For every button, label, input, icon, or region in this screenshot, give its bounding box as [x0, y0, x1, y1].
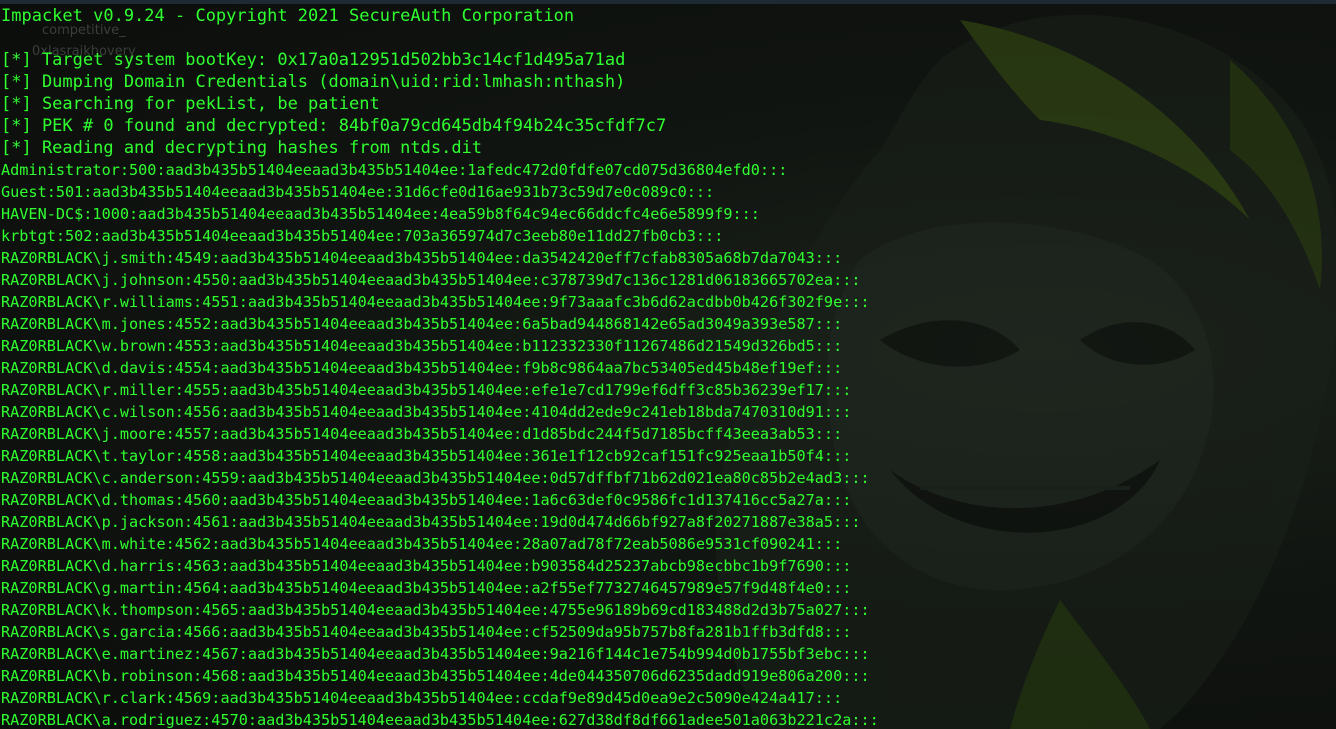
hash-line: RAZ0RBLACK\a.rodriguez:4570:aad3b435b514… [1, 711, 879, 729]
hash-line: RAZ0RBLACK\k.thompson:4565:aad3b435b5140… [1, 601, 870, 619]
terminal-output[interactable]: Impacket v0.9.24 - Copyright 2021 Secure… [1, 5, 1331, 729]
hash-line: RAZ0RBLACK\s.garcia:4566:aad3b435b51404e… [1, 623, 852, 641]
status-line: [*] Dumping Domain Credentials (domain\u… [1, 72, 626, 92]
impacket-banner: Impacket v0.9.24 - Copyright 2021 Secure… [1, 6, 575, 26]
hash-line: Administrator:500:aad3b435b51404eeaad3b4… [1, 161, 788, 179]
hash-line: RAZ0RBLACK\d.thomas:4560:aad3b435b51404e… [1, 491, 852, 509]
hash-line: RAZ0RBLACK\j.johnson:4550:aad3b435b51404… [1, 271, 861, 289]
status-line: [*] Target system bootKey: 0x17a0a12951d… [1, 50, 626, 70]
hash-line: RAZ0RBLACK\b.robinson:4568:aad3b435b5140… [1, 667, 870, 685]
hash-line: RAZ0RBLACK\r.miller:4555:aad3b435b51404e… [1, 381, 852, 399]
hash-line: RAZ0RBLACK\d.harris:4563:aad3b435b51404e… [1, 557, 852, 575]
hash-line: RAZ0RBLACK\m.white:4562:aad3b435b51404ee… [1, 535, 843, 553]
terminal-window[interactable]: competitive_ 0xlasraikhovery Impacket v0… [0, 0, 1336, 729]
hash-line: RAZ0RBLACK\p.jackson:4561:aad3b435b51404… [1, 513, 861, 531]
hash-line: RAZ0RBLACK\r.clark:4569:aad3b435b51404ee… [1, 689, 843, 707]
hash-line: RAZ0RBLACK\t.taylor:4558:aad3b435b51404e… [1, 447, 852, 465]
hash-line: RAZ0RBLACK\r.williams:4551:aad3b435b5140… [1, 293, 870, 311]
hash-line: Guest:501:aad3b435b51404eeaad3b435b51404… [1, 183, 715, 201]
hash-line: RAZ0RBLACK\g.martin:4564:aad3b435b51404e… [1, 579, 852, 597]
hash-line: RAZ0RBLACK\j.moore:4557:aad3b435b51404ee… [1, 425, 843, 443]
hash-line: RAZ0RBLACK\c.anderson:4559:aad3b435b5140… [1, 469, 870, 487]
hash-line: krbtgt:502:aad3b435b51404eeaad3b435b5140… [1, 227, 724, 245]
hash-line: RAZ0RBLACK\m.jones:4552:aad3b435b51404ee… [1, 315, 843, 333]
status-line: [*] Reading and decrypting hashes from n… [1, 138, 483, 158]
hash-line: RAZ0RBLACK\e.martinez:4567:aad3b435b5140… [1, 645, 870, 663]
hash-line: HAVEN-DC$:1000:aad3b435b51404eeaad3b435b… [1, 205, 760, 223]
hash-line: RAZ0RBLACK\d.davis:4554:aad3b435b51404ee… [1, 359, 843, 377]
status-line: [*] Searching for pekList, be patient [1, 94, 380, 114]
status-line: [*] PEK # 0 found and decrypted: 84bf0a7… [1, 116, 667, 136]
window-top-edge [0, 0, 1336, 4]
hash-line: RAZ0RBLACK\j.smith:4549:aad3b435b51404ee… [1, 249, 843, 267]
hash-line: RAZ0RBLACK\c.wilson:4556:aad3b435b51404e… [1, 403, 852, 421]
hash-line: RAZ0RBLACK\w.brown:4553:aad3b435b51404ee… [1, 337, 843, 355]
